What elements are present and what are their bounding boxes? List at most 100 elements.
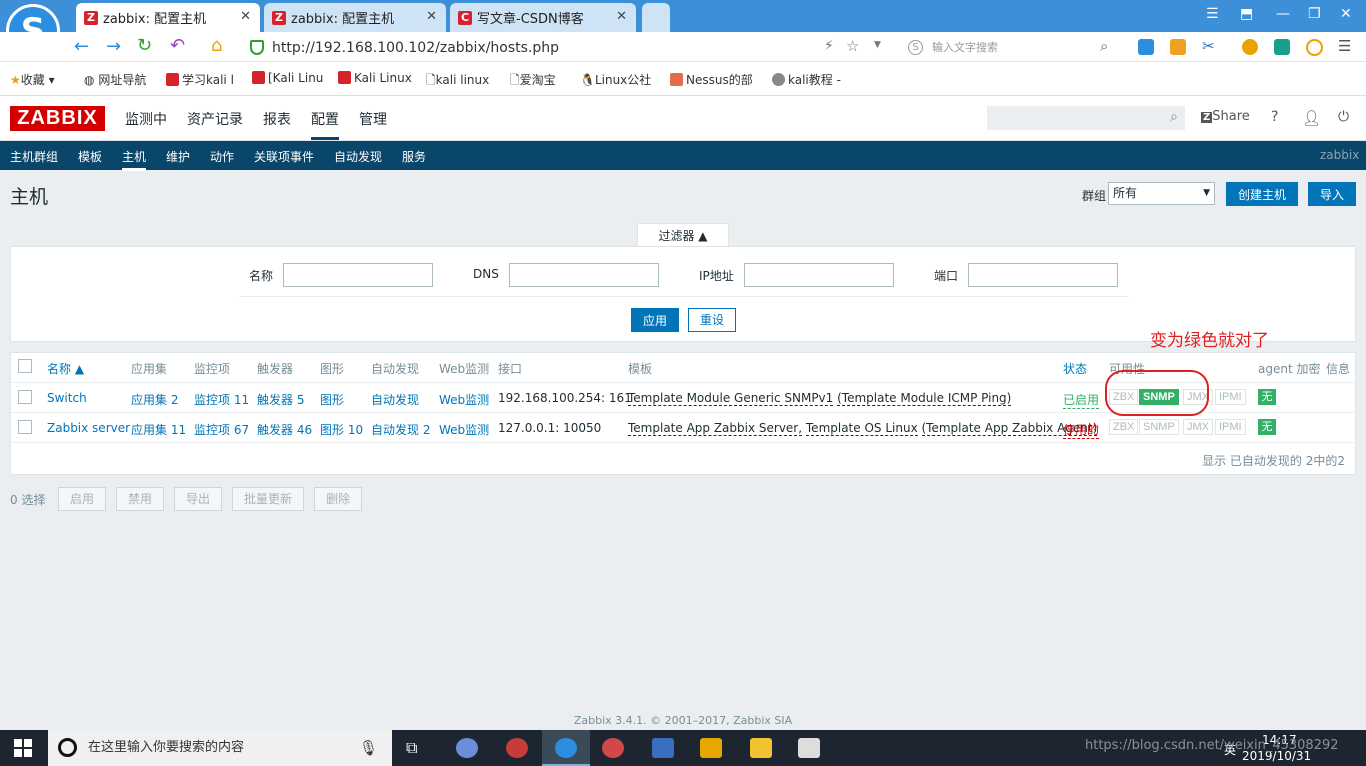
bookmark-favorites[interactable]: ★收藏 ▾ bbox=[10, 71, 55, 88]
create-host-button[interactable]: 创建主机 bbox=[1226, 182, 1298, 206]
menu-icon[interactable]: ☰ bbox=[1206, 6, 1219, 22]
tab-2[interactable]: C 写文章-CSDN博客 ✕ bbox=[450, 3, 636, 32]
close-window-icon[interactable]: ✕ bbox=[1340, 6, 1352, 22]
zabbix-logo[interactable]: ZABBIX bbox=[10, 106, 105, 131]
menu-monitoring[interactable]: 监测中 bbox=[125, 109, 167, 129]
restore-icon[interactable]: ❐ bbox=[1308, 6, 1321, 22]
mass-enable-button[interactable]: 启用 bbox=[58, 487, 106, 511]
taskbar-search-input[interactable]: 在这里输入你要搜索的内容 🎙︎ bbox=[48, 730, 392, 766]
help-icon[interactable]: ? bbox=[1271, 109, 1278, 125]
microphone-icon[interactable]: 🎙︎ bbox=[359, 730, 378, 766]
mass-disable-button[interactable]: 禁用 bbox=[116, 487, 164, 511]
subnav-hosts[interactable]: 主机 bbox=[122, 148, 147, 171]
file-explorer-icon[interactable] bbox=[750, 738, 772, 758]
filter-port-input[interactable] bbox=[968, 263, 1118, 287]
subnav-maintenance[interactable]: 维护 bbox=[166, 148, 190, 165]
host-name-link[interactable]: Switch bbox=[47, 391, 87, 405]
filter-ip-input[interactable] bbox=[744, 263, 894, 287]
graphs-link[interactable]: 图形 bbox=[320, 391, 344, 408]
menu-administration[interactable]: 管理 bbox=[359, 109, 387, 129]
import-button[interactable]: 导入 bbox=[1308, 182, 1356, 206]
discovery-link[interactable]: 自动发现 2 bbox=[371, 421, 430, 438]
bookmark-item[interactable]: kali教程 - bbox=[772, 71, 841, 88]
mass-delete-button[interactable]: 删除 bbox=[314, 487, 362, 511]
back-icon[interactable]: ← bbox=[74, 36, 89, 57]
subnav-correlation[interactable]: 关联项事件 bbox=[254, 148, 314, 165]
bookmark-item[interactable]: ◍ 网址导航 bbox=[84, 71, 146, 88]
bookmark-item[interactable]: Kali Linux bbox=[338, 71, 412, 85]
search-icon[interactable]: ⌕ bbox=[1170, 109, 1178, 125]
select-all-checkbox[interactable] bbox=[18, 359, 32, 373]
items-link[interactable]: 监控项 11 bbox=[194, 391, 249, 408]
discovery-link[interactable]: 自动发现 bbox=[371, 391, 419, 408]
app-balls-icon[interactable] bbox=[602, 738, 624, 758]
more-icon[interactable]: ☰ bbox=[1338, 37, 1351, 55]
minimize-icon[interactable]: — bbox=[1276, 6, 1290, 22]
bookmark-item[interactable]: 🗋kali linux bbox=[426, 71, 489, 92]
row-checkbox[interactable] bbox=[18, 420, 32, 434]
app-globe-icon[interactable] bbox=[456, 738, 478, 758]
template-link[interactable]: Template OS Linux bbox=[805, 421, 918, 436]
close-tab-icon[interactable]: ✕ bbox=[240, 9, 251, 24]
forward-icon[interactable]: → bbox=[106, 36, 121, 57]
bookmark-item[interactable]: [Kali Linu bbox=[252, 71, 323, 85]
menu-inventory[interactable]: 资产记录 bbox=[187, 109, 243, 129]
logout-icon[interactable]: ⏻ bbox=[1338, 109, 1349, 125]
star-icon[interactable]: ☆ bbox=[846, 37, 859, 55]
web-link[interactable]: Web监测 bbox=[439, 421, 489, 438]
subnav-host-groups[interactable]: 主机群组 bbox=[10, 148, 58, 165]
dropdown-icon[interactable]: ▼ bbox=[874, 40, 881, 50]
menu-reports[interactable]: 报表 bbox=[263, 109, 291, 129]
bookmark-item[interactable]: 学习kali l bbox=[166, 71, 234, 88]
refresh-icon[interactable]: ↻ bbox=[137, 35, 152, 56]
template-parent-link[interactable]: (Template Module ICMP Ping) bbox=[837, 391, 1012, 406]
close-tab-icon[interactable]: ✕ bbox=[616, 9, 627, 24]
user-profile-icon[interactable]: 👤︎ bbox=[1302, 109, 1321, 127]
items-link[interactable]: 监控项 67 bbox=[194, 421, 249, 438]
triggers-link[interactable]: 触发器 5 bbox=[257, 391, 304, 408]
app-network-icon[interactable] bbox=[652, 738, 674, 758]
task-view-icon[interactable]: ⧉ bbox=[406, 738, 417, 758]
global-search-input[interactable]: ⌕ bbox=[987, 106, 1185, 130]
close-tab-icon[interactable]: ✕ bbox=[426, 9, 437, 24]
active-app-highlight[interactable] bbox=[542, 730, 590, 766]
mass-export-button[interactable]: 导出 bbox=[174, 487, 222, 511]
flash-icon[interactable]: ⚡ bbox=[824, 38, 834, 54]
skin-icon[interactable]: ⬒ bbox=[1240, 6, 1253, 22]
triggers-link[interactable]: 触发器 46 bbox=[257, 421, 312, 438]
search-icon[interactable]: ⌕ bbox=[1100, 37, 1108, 55]
mass-update-button[interactable]: 批量更新 bbox=[232, 487, 304, 511]
template-link[interactable]: Template Module Generic SNMPv1 bbox=[628, 391, 834, 406]
filter-name-input[interactable] bbox=[283, 263, 433, 287]
url-field[interactable]: http://192.168.100.102/zabbix/hosts.php bbox=[248, 37, 818, 59]
search-input[interactable]: S 输入文字搜索 bbox=[904, 37, 1118, 59]
tab-1[interactable]: Z zabbix: 配置主机 ✕ bbox=[264, 3, 446, 32]
bookmark-item[interactable]: Nessus的部 bbox=[670, 71, 753, 88]
reset-button[interactable]: 重设 bbox=[688, 308, 736, 332]
filter-dns-input[interactable] bbox=[509, 263, 659, 287]
home-icon[interactable]: ⌂ bbox=[211, 35, 222, 56]
graphs-link[interactable]: 图形 10 bbox=[320, 421, 363, 438]
undo-icon[interactable]: ↶ bbox=[170, 35, 185, 56]
row-checkbox[interactable] bbox=[18, 390, 32, 404]
subnav-discovery[interactable]: 自动发现 bbox=[334, 148, 382, 165]
group-select[interactable]: 所有 ▼ bbox=[1108, 182, 1215, 205]
subnav-services[interactable]: 服务 bbox=[402, 148, 426, 165]
template-link[interactable]: Template App Zabbix Server, bbox=[628, 421, 803, 436]
app-vmware-icon[interactable] bbox=[700, 738, 722, 758]
tab-0[interactable]: Z zabbix: 配置主机 ✕ bbox=[76, 3, 260, 32]
web-link[interactable]: Web监测 bbox=[439, 391, 489, 408]
subnav-actions[interactable]: 动作 bbox=[210, 148, 234, 165]
key-icon[interactable] bbox=[1242, 39, 1258, 55]
photos-icon[interactable] bbox=[798, 738, 820, 758]
extension-icon[interactable] bbox=[1170, 39, 1186, 55]
menu-configuration[interactable]: 配置 bbox=[311, 109, 339, 140]
subnav-templates[interactable]: 模板 bbox=[78, 148, 102, 165]
camera-icon[interactable] bbox=[1274, 39, 1290, 55]
status-enabled-link[interactable]: 已启用 bbox=[1063, 391, 1100, 409]
filter-tab[interactable]: 过滤器 ▲ bbox=[637, 223, 729, 247]
status-disabled-link[interactable]: 停用的 bbox=[1063, 421, 1100, 439]
col-status[interactable]: 状态 bbox=[1063, 360, 1087, 377]
windows-start-icon[interactable] bbox=[14, 739, 32, 757]
applications-link[interactable]: 应用集 11 bbox=[131, 421, 186, 438]
